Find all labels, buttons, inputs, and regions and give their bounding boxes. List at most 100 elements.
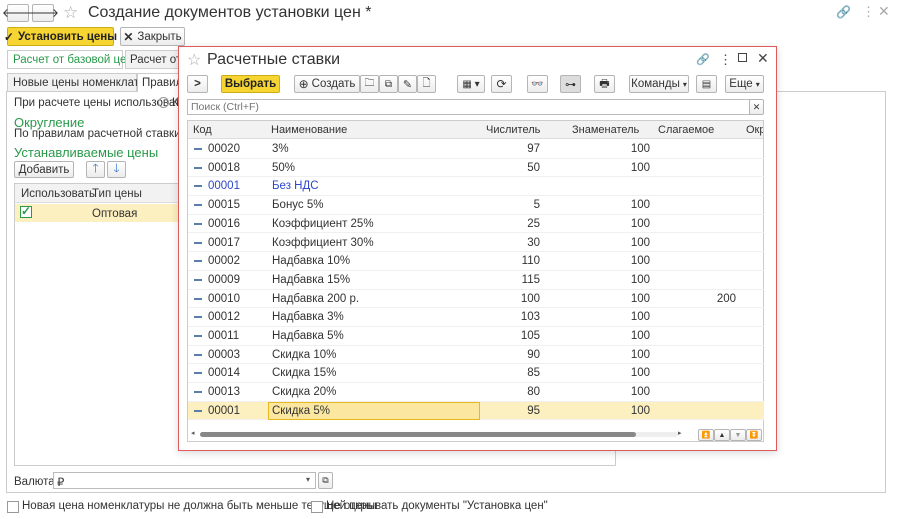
use-checkbox[interactable]: ✓ [20, 204, 32, 218]
cell-numerator: 50 [527, 161, 540, 174]
min-price-label: Новая цена номенклатуры не должна быть м… [22, 500, 377, 512]
forward-button[interactable]: 🡒 [27, 4, 59, 22]
dialog-maximize-icon[interactable] [738, 53, 747, 62]
mark-delete-button[interactable]: 🗋 [417, 75, 436, 93]
cell-denominator: 100 [630, 330, 650, 342]
more-button[interactable]: Еще ▾ [725, 75, 764, 93]
scroll-right-icon[interactable]: ▸ [678, 429, 682, 437]
commands-button[interactable]: Команды ▾ [629, 75, 689, 93]
expand-button[interactable]: > [187, 75, 208, 93]
no-open-docs-checkbox[interactable] [311, 501, 323, 513]
min-price-checkbox[interactable] [7, 501, 19, 513]
dialog-star-icon[interactable]: ☆ [187, 50, 201, 70]
cell-denominator: 100 [630, 236, 650, 249]
table-row[interactable]: 00003 Скидка 10% 90 100 [188, 346, 764, 365]
clear-search-button[interactable]: ✕ [749, 99, 764, 115]
cell-numerator: 95 [527, 404, 540, 417]
refresh-button[interactable]: ⟳ [491, 75, 512, 93]
currency-input[interactable] [53, 472, 316, 489]
table-row[interactable]: 00016 Коэффициент 25% 25 100 [188, 215, 764, 234]
cell-name: Надбавка 10% [272, 255, 351, 268]
select-button[interactable]: Выбрать [221, 75, 280, 93]
scroll-down-button[interactable]: ▼ [730, 429, 746, 441]
cell-name: Коэффициент 30% [272, 236, 374, 249]
table-row[interactable]: 00009 Надбавка 15% 115 100 [188, 271, 764, 290]
add-button[interactable]: Добавить [14, 161, 74, 178]
rounding-text: По правилам расчетной ставки [14, 128, 181, 140]
cell-denominator: 100 [630, 217, 650, 230]
header-rounding: Окр [746, 124, 763, 136]
settings-button[interactable]: ▤ [696, 75, 717, 93]
table-row[interactable]: 00014 Скидка 15% 85 100 [188, 364, 764, 384]
table-row[interactable]: 00002 Надбавка 10% 110 100 [188, 252, 764, 271]
cell-code: 00002 [208, 255, 240, 268]
scroll-bottom-button[interactable]: ⏬ [746, 429, 762, 441]
print-button[interactable]: 🖶 [594, 75, 615, 93]
item-marker-icon [194, 297, 202, 300]
arrow-down-icon: 🡓 [113, 161, 120, 175]
view-button[interactable]: 👓 [527, 75, 548, 93]
col-use-header: Использовать [21, 188, 96, 200]
table-row[interactable]: 00011 Надбавка 5% 105 100 [188, 327, 764, 346]
close-icon[interactable]: ✕ [878, 3, 890, 20]
copy-icon: ⧉ [384, 78, 393, 90]
table-row[interactable]: 00017 Коэффициент 30% 30 100 [188, 234, 764, 253]
close-button[interactable]: ✕ Закрыть [120, 27, 185, 46]
more-icon[interactable]: ⋮ [862, 4, 875, 20]
scroll-left-icon[interactable]: ◂ [191, 429, 195, 437]
check-circle-icon: ✓ [3, 29, 14, 44]
cell-name: Скидка 5% [268, 401, 480, 420]
add-label: Добавить [18, 163, 70, 176]
dialog-more-icon[interactable]: ⋮ [719, 52, 732, 68]
dropdown-icon[interactable]: ▾ [306, 475, 310, 484]
cell-denominator: 100 [630, 367, 650, 380]
cell-denominator: 100 [630, 161, 650, 174]
copy-button[interactable]: ⧉ [379, 75, 398, 93]
double-up-icon: ⏫ [701, 432, 711, 439]
table-row[interactable]: 00015 Бонус 5% 5 100 [188, 196, 764, 215]
create-folder-button[interactable]: 🗀 [360, 75, 379, 93]
no-open-docs-label: Не открывать документы "Установка цен" [326, 500, 548, 512]
link-icon[interactable]: 🔗 [836, 5, 851, 19]
cell-denominator: 100 [630, 292, 650, 305]
table-row[interactable]: 00018 50% 50 100 [188, 159, 764, 178]
close-icon: ✕ [752, 101, 761, 112]
col-price-type-header: Тип цены [92, 188, 142, 200]
cell-name: Скидка 15% [272, 367, 337, 380]
set-prices-button[interactable]: ✓ Установить цены [3, 27, 117, 46]
table-row[interactable]: 00020 3% 97 100 [188, 140, 764, 159]
dialog-close-icon[interactable]: ✕ [757, 50, 769, 67]
table-row[interactable]: 00001 Без НДС [188, 177, 764, 197]
edit-button[interactable]: ✎ [398, 75, 417, 93]
radio-option[interactable] [158, 97, 169, 108]
dialog-link-icon[interactable]: 🔗 [696, 53, 710, 66]
move-up-button[interactable]: 🡑 [86, 161, 105, 178]
commands-label: Команды [631, 78, 680, 90]
list-mode-button[interactable]: ▦ ▾ [457, 75, 485, 93]
filter-button[interactable]: ⊶ [560, 75, 581, 93]
move-down-button[interactable]: 🡓 [107, 161, 126, 178]
arrow-right-icon: 🡒 [26, 6, 60, 20]
scroll-top-button[interactable]: ⏫ [698, 429, 714, 441]
favorite-star-icon[interactable]: ☆ [63, 3, 78, 23]
scroll-up-button[interactable]: ▲ [714, 429, 730, 441]
search-input[interactable] [187, 99, 751, 115]
table-row[interactable]: 00012 Надбавка 3% 103 100 [188, 308, 764, 327]
cell-numerator: 97 [527, 143, 540, 155]
create-label: Создать [311, 78, 356, 90]
table-row[interactable]: 00010 Надбавка 200 р. 100 100 200 [188, 290, 764, 309]
printer-icon: 🖶 [599, 77, 610, 90]
item-marker-icon [194, 316, 202, 319]
table-row[interactable]: 00013 Скидка 20% 80 100 [188, 383, 764, 402]
cell-code: 00001 [208, 404, 240, 417]
back-button[interactable]: 🡐 [2, 4, 34, 22]
hierarchy-icon: ⊶ [565, 78, 576, 91]
up-icon: ▲ [718, 431, 726, 439]
item-marker-icon [194, 148, 202, 150]
table-row[interactable]: 00001 Скидка 5% 95 100 [188, 401, 764, 421]
create-button[interactable]: ⊕ Создать [294, 75, 360, 93]
cell-code: 00020 [208, 143, 240, 155]
checkmark-icon: ✓ [21, 204, 32, 218]
scrollbar-thumb[interactable] [200, 432, 636, 437]
open-currency-button[interactable]: ⧉ [318, 472, 333, 489]
